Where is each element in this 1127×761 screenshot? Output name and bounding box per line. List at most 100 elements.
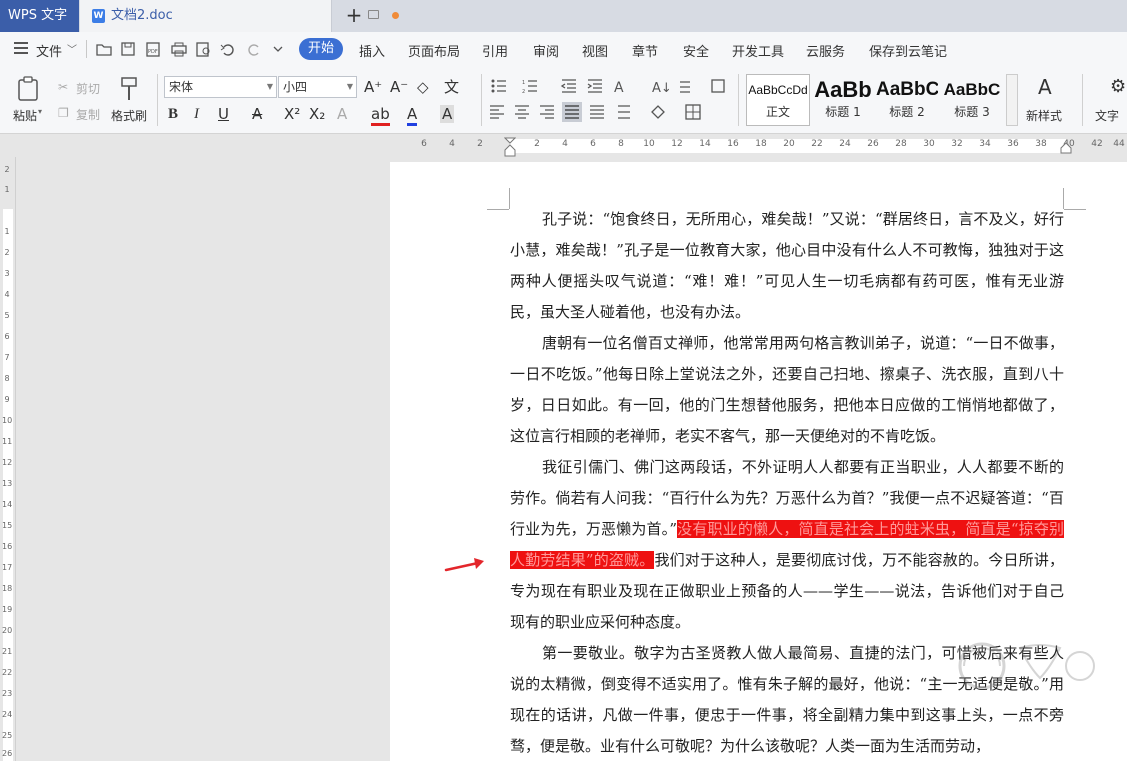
tab-home[interactable]: 开始 [299,38,343,60]
ruler-number: 9 [4,395,10,404]
paragraph-3[interactable]: 我征引儒门、佛门这两段话，不外证明人人都要有正当职业，人人都要不断的劳作。倘若有… [510,452,1064,638]
redo-icon[interactable] [248,44,259,56]
app-name-tab[interactable]: WPS 文字 [0,0,79,32]
new-style-button[interactable]: 新样式 [1026,107,1062,124]
ruler-number: 1 [4,227,10,236]
save-icon[interactable] [121,42,135,56]
strikethrough-icon[interactable]: A [252,105,262,123]
tab-cloud-service[interactable]: 云服务 [806,41,845,60]
distributed-icon[interactable] [590,105,604,119]
text-direction-icon[interactable]: A [614,80,624,96]
undo-icon[interactable] [220,44,234,56]
tab-view[interactable]: 视图 [582,41,608,60]
borders-icon[interactable] [685,104,701,120]
line-spacing-icon[interactable] [680,81,690,93]
horizontal-ruler[interactable]: 6 4 2 2 4 6 8 10 12 14 16 18 20 22 24 26… [0,135,1127,157]
italic-icon[interactable]: I [194,105,199,123]
superscript-icon[interactable]: X² [284,105,300,123]
shrink-font-icon[interactable]: A⁻ [390,78,408,96]
copy-icon[interactable]: ❐ [58,106,69,120]
chevron-down-icon[interactable]: ﹀ [67,41,77,56]
ruler-number: 23 [2,689,13,698]
export-pdf-icon[interactable]: PDF [146,42,160,57]
text-effect-icon[interactable]: A [337,105,347,123]
align-right-icon[interactable] [540,105,554,119]
sort-icon[interactable]: A↓ [652,81,672,96]
tab-security[interactable]: 安全 [683,41,709,60]
paragraph-spacing-icon[interactable] [618,105,630,119]
tab-save-to-cloud-notes[interactable]: 保存到云笔记 [869,41,947,60]
increase-indent-icon[interactable] [587,79,602,93]
window-mode-icon[interactable] [368,10,379,19]
chevron-down-icon[interactable]: ▼ [347,77,353,97]
style-heading-3[interactable]: AaBbC 标题 3 [940,74,1004,126]
ruler-number: 14 [699,139,711,149]
numbered-list-icon[interactable]: 12 [522,80,537,95]
customize-toolbar-icon[interactable] [273,46,283,52]
ruler-number: 14 [2,500,13,509]
style-heading-2[interactable]: AaBbC 标题 2 [876,74,938,126]
highlight-color-icon[interactable]: ab [371,105,390,126]
ruler-number: 19 [2,605,13,614]
ruler-number: 12 [671,139,683,149]
print-preview-icon[interactable] [196,42,210,57]
hamburger-icon[interactable] [14,42,28,54]
ruler-number: 13 [2,479,13,488]
paragraph-2[interactable]: 唐朝有一位名僧百丈禅师，他常常用两句格言教训弟子，说道：“一日不做事，一日不吃饭… [510,328,1064,452]
format-painter-icon[interactable] [118,76,140,102]
style-normal[interactable]: AaBbCcDd 正文 [746,74,810,126]
cut-icon[interactable]: ✂ [58,80,68,94]
justify-icon[interactable] [562,102,582,122]
decrease-indent-icon[interactable] [560,79,576,93]
ruler-number: 16 [2,542,13,551]
new-style-icon[interactable]: A [1038,77,1052,97]
title-bar: WPS 文字 W 文档2.doc + [0,0,1127,32]
chevron-down-icon[interactable]: ▼ [267,77,273,97]
clear-format-icon[interactable]: ◇ [417,78,429,96]
cut-button[interactable]: 剪切 [76,80,100,97]
align-center-icon[interactable] [515,105,529,119]
font-name-combo[interactable]: 宋体 ▼ [164,76,277,98]
ruler-number: 22 [811,139,823,149]
font-color-icon[interactable]: A [407,105,418,126]
grow-font-icon[interactable]: A⁺ [364,78,382,96]
tab-review[interactable]: 审阅 [533,41,559,60]
shading-icon[interactable] [651,105,665,119]
align-left-icon[interactable] [490,105,504,119]
print-icon[interactable] [171,42,187,57]
text-tools-button[interactable]: 文字 [1095,107,1119,124]
open-folder-icon[interactable] [96,44,112,56]
document-tab[interactable]: W 文档2.doc [80,0,399,32]
tab-insert[interactable]: 插入 [359,41,385,60]
unsaved-dot-icon[interactable] [392,12,399,19]
bold-icon[interactable]: B [168,105,178,123]
copy-button[interactable]: 复制 [76,106,100,123]
indent-marker-icon[interactable] [504,137,516,157]
show-formatting-icon[interactable] [711,79,725,93]
char-shading-icon[interactable]: A [440,105,455,123]
style-heading-1[interactable]: AaBb 标题 1 [812,74,874,126]
tab-developer[interactable]: 开发工具 [732,41,784,60]
style-gallery-scrollbar[interactable] [1006,74,1018,126]
paste-icon[interactable] [17,76,41,102]
paste-button[interactable]: 粘贴 [13,107,37,124]
ruler-number: 3 [4,269,10,278]
text-tools-icon[interactable]: ⚙ [1110,78,1126,96]
vertical-ruler[interactable]: 2 1 1 2 3 4 5 6 7 8 9 10 11 12 13 14 15 … [0,157,16,761]
underline-icon[interactable]: U [218,105,229,123]
paste-dropdown-icon[interactable]: ▾ [38,107,42,116]
tab-chapter[interactable]: 章节 [632,41,658,60]
bullet-list-icon[interactable] [491,79,507,93]
tab-references[interactable]: 引用 [482,41,508,60]
phonetic-guide-icon[interactable]: 文 [444,78,459,96]
file-menu[interactable]: 文件 [36,41,62,60]
new-tab-button[interactable]: + [344,3,364,27]
right-indent-marker-icon[interactable] [1060,140,1072,154]
paragraph-1[interactable]: 孔子说：“饱食终日，无所用心，难矣哉！”又说：“群居终日，言不及义，好行小慧，难… [510,204,1064,328]
ruler-number: 8 [4,374,10,383]
subscript-icon[interactable]: X₂ [309,105,325,123]
format-painter-button[interactable]: 格式刷 [111,107,147,124]
ruler-number: 8 [618,139,624,149]
font-size-combo[interactable]: 小四 ▼ [278,76,357,98]
tab-page-layout[interactable]: 页面布局 [408,41,460,60]
